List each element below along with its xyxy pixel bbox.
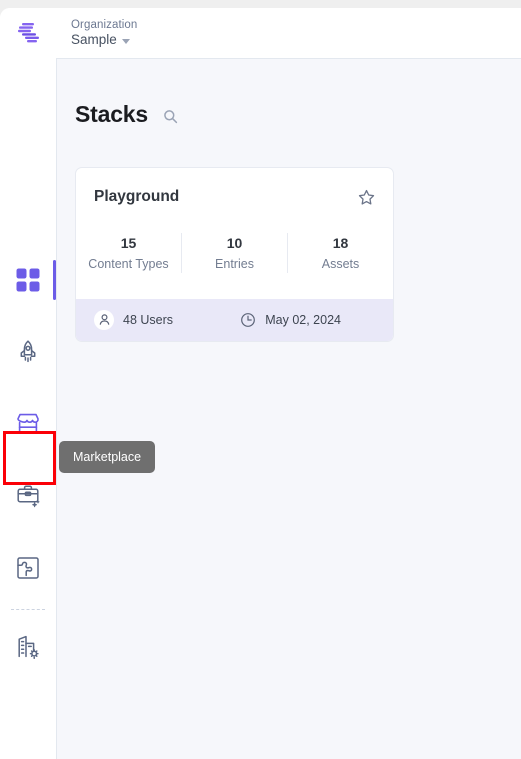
marketplace-tooltip: Marketplace xyxy=(59,441,156,473)
grid-icon xyxy=(16,268,40,292)
main-content-area: Stacks Playground 15 Content Types 10 En… xyxy=(57,58,521,759)
stat-value: 18 xyxy=(332,235,349,251)
organization-switcher[interactable]: Organization Sample xyxy=(57,18,137,48)
stat-assets: 18 Assets xyxy=(287,233,393,273)
sidebar-divider xyxy=(11,609,45,610)
building-gear-icon xyxy=(18,635,39,660)
organization-name: Sample xyxy=(71,31,117,47)
sidebar-item-org-settings[interactable] xyxy=(1,620,55,674)
sidebar-item-launch[interactable] xyxy=(1,325,55,379)
sidebar-item-automations[interactable] xyxy=(1,469,55,523)
stack-name: Playground xyxy=(94,188,180,205)
organization-name-row[interactable]: Sample xyxy=(71,32,137,48)
rocket-icon xyxy=(20,340,36,363)
stat-content-types: 15 Content Types xyxy=(76,233,181,273)
puzzle-icon xyxy=(17,557,39,579)
briefcase-sparkle-icon xyxy=(17,485,40,508)
stack-card[interactable]: Playground 15 Content Types 10 Entries 1… xyxy=(75,167,394,342)
app-window: Organization Sample Marketplace Stacks P… xyxy=(0,8,521,759)
stack-stats: 15 Content Types 10 Entries 18 Assets xyxy=(76,206,393,299)
stat-label: Entries xyxy=(215,257,254,271)
clock-icon xyxy=(239,311,256,328)
stack-card-footer: 48 Users May 02, 2024 xyxy=(76,298,393,341)
page-header: Stacks xyxy=(57,59,521,128)
stack-users[interactable]: 48 Users xyxy=(94,309,174,330)
page-title: Stacks xyxy=(75,101,148,127)
sidebar-item-marketplace[interactable] xyxy=(1,397,55,451)
organization-label: Organization xyxy=(71,18,138,31)
stack-updated-date: May 02, 2024 xyxy=(239,311,375,328)
stat-label: Content Types xyxy=(88,257,169,271)
contentstack-logo-icon[interactable] xyxy=(0,8,57,58)
left-sidebar xyxy=(0,58,57,759)
date-label: May 02, 2024 xyxy=(265,312,341,327)
top-header-bar: Organization Sample xyxy=(0,8,521,58)
sidebar-item-dashboard[interactable] xyxy=(1,253,56,307)
users-count-label: 48 Users xyxy=(123,312,174,327)
stack-card-header: Playground xyxy=(76,168,393,206)
stat-value: 10 xyxy=(226,235,243,251)
chevron-down-icon xyxy=(121,38,130,44)
sidebar-item-extensions[interactable] xyxy=(1,541,55,595)
stat-entries: 10 Entries xyxy=(181,233,287,273)
stat-value: 15 xyxy=(120,235,137,251)
user-icon xyxy=(94,309,114,330)
star-outline-icon[interactable] xyxy=(357,188,375,206)
search-icon[interactable] xyxy=(162,107,180,125)
stat-label: Assets xyxy=(321,257,360,271)
storefront-icon xyxy=(17,413,39,434)
active-indicator xyxy=(53,260,56,300)
